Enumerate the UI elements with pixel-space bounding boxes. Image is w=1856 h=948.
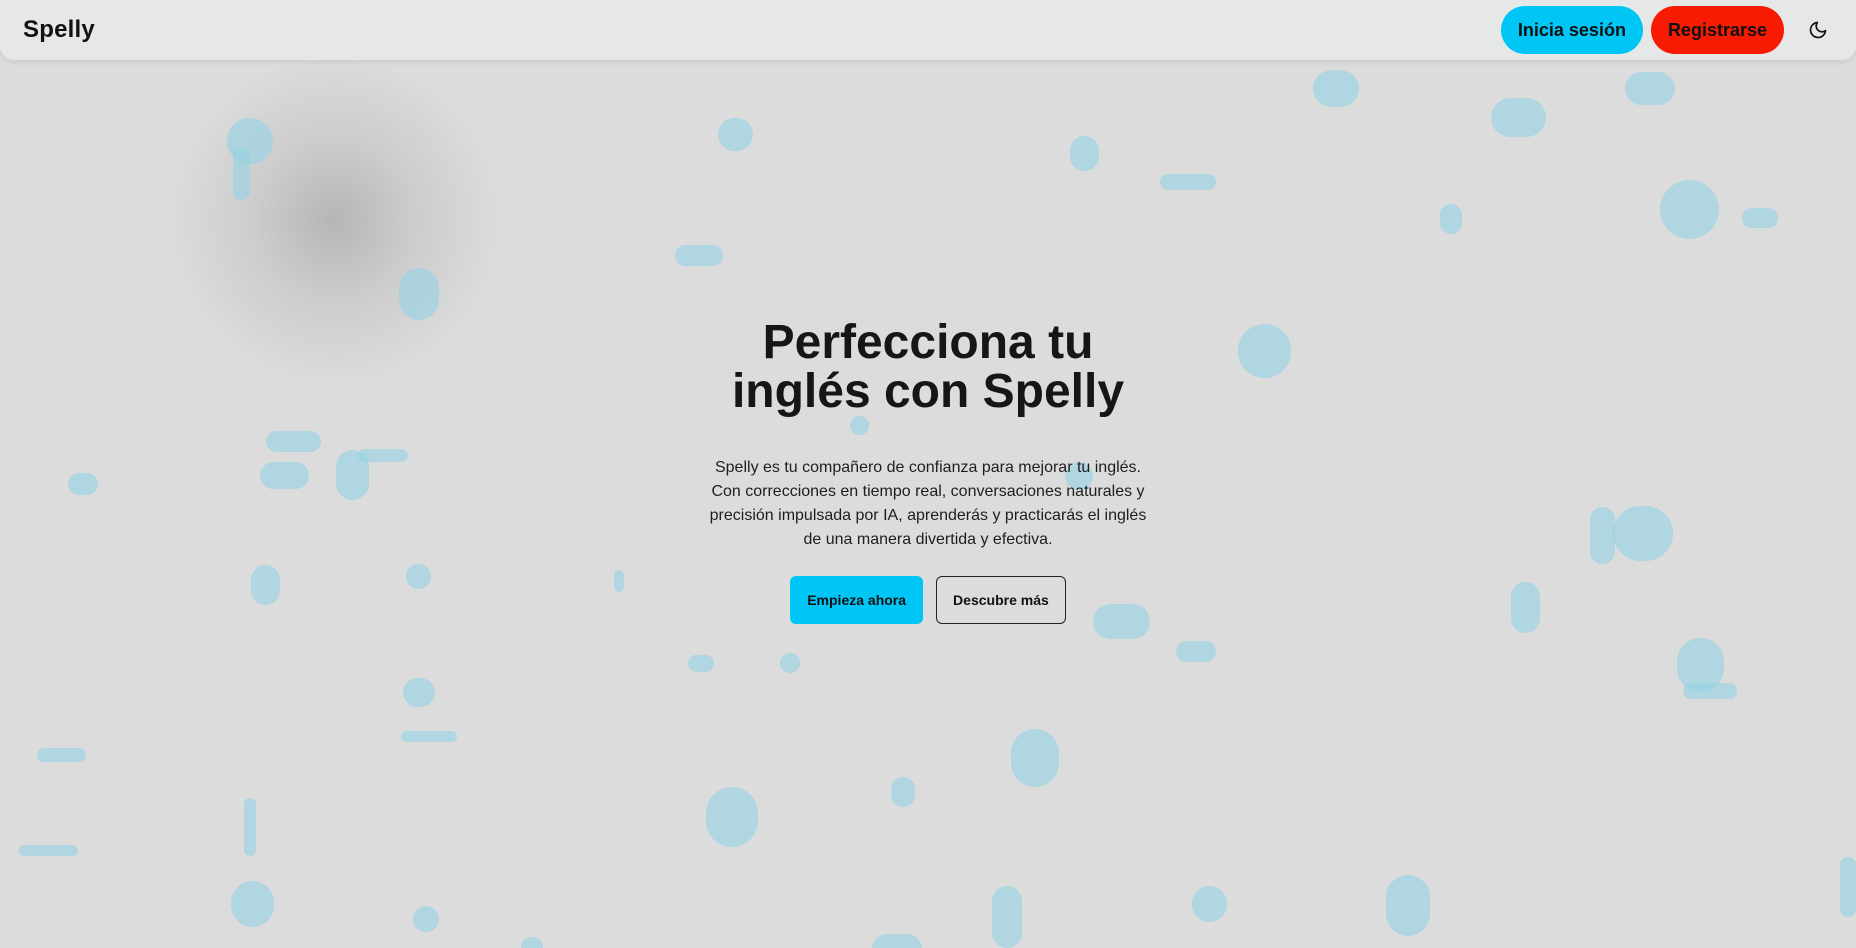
hero-title: Perfecciona tu inglés con Spelly [668,318,1188,416]
bg-bubble [1625,72,1675,105]
bg-bubble [399,268,439,320]
bg-bubble [1160,174,1216,190]
moon-icon [1809,21,1827,39]
bg-bubble [718,118,753,151]
bg-bubble [1011,729,1059,787]
bg-bubble [780,653,800,673]
bg-bubble [688,655,714,672]
hero-section: Perfecciona tu inglés con Spelly Spelly … [0,318,1856,624]
bg-bubble [706,787,758,847]
navbar: Spelly Inicia sesión Registrarse [0,0,1856,60]
bg-bubble [1313,70,1359,107]
bg-bubble [1840,857,1856,917]
bg-bubble [1660,180,1719,239]
bg-bubble [401,731,457,742]
bg-bubble [1386,875,1430,936]
login-button[interactable]: Inicia sesión [1500,6,1643,54]
hero-title-line-1: Perfecciona tu [762,316,1094,369]
bg-bubble [233,148,250,200]
bg-bubble [891,777,915,807]
hero-buttons: Empieza ahora Descubre más [0,576,1856,624]
bg-bubble [1742,208,1778,228]
bg-bubble [1192,886,1227,922]
bg-bubble [413,906,439,932]
bg-bubble [1491,98,1546,137]
hero-description: Spelly es tu compañero de confianza para… [709,459,1147,548]
brand-logo[interactable]: Spelly [23,16,95,44]
bg-bubble [244,798,256,856]
bg-bubble [675,245,723,266]
learn-more-button[interactable]: Descubre más [936,576,1066,624]
bg-bubble [1683,683,1737,699]
theme-toggle-button[interactable] [1798,10,1838,50]
signup-button[interactable]: Registrarse [1650,6,1784,54]
bg-bubble [1440,204,1462,234]
bg-bubble [872,934,922,948]
hero-title-line-2: inglés con Spelly [731,365,1125,418]
bg-bubble [992,886,1022,948]
bg-bubble [231,881,274,927]
bg-bubble [37,748,86,762]
bg-bubble [1176,641,1216,662]
bg-bubble [1070,136,1099,171]
bg-bubble [521,937,543,948]
bg-bubble [19,845,78,856]
get-started-button[interactable]: Empieza ahora [790,576,924,624]
nav-actions: Inicia sesión Registrarse [1500,6,1838,54]
bg-bubble [403,678,435,707]
